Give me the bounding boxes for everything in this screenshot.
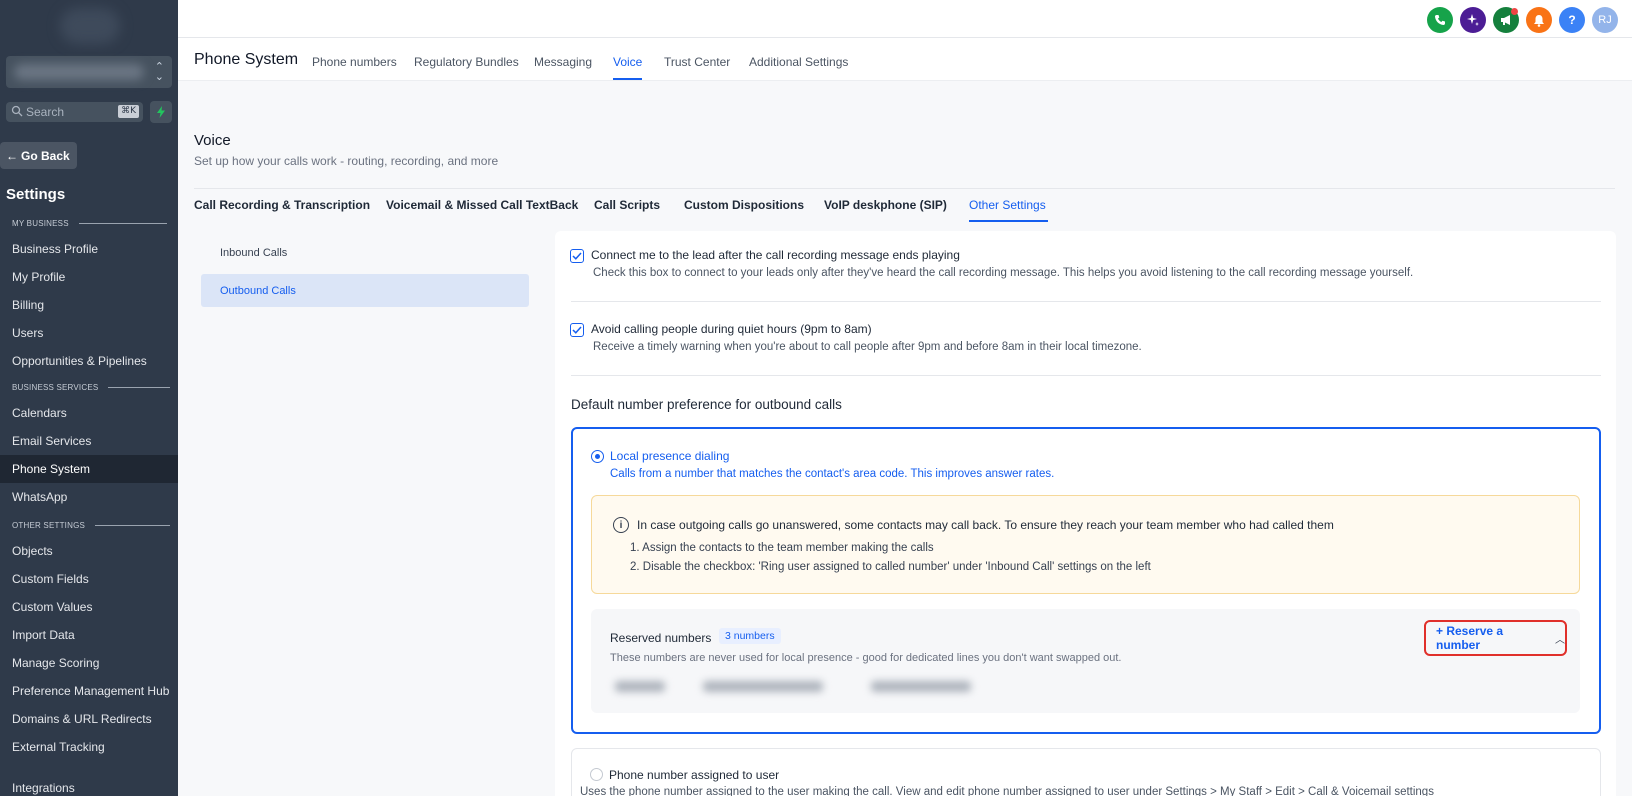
- tab-voice[interactable]: Voice: [613, 55, 642, 69]
- top-icons: ? RJ: [1427, 7, 1618, 33]
- assigned-number-desc: Uses the phone number assigned to the us…: [580, 786, 1434, 796]
- sidebar: ⌃ ⌄ Search ⌘K ← Go Back Settings MY BUSIN…: [0, 0, 178, 796]
- check-icon: [572, 326, 582, 334]
- megaphone-icon[interactable]: [1493, 7, 1519, 33]
- local-presence-radio[interactable]: [591, 450, 604, 463]
- sidebar-item-business-profile[interactable]: Business Profile: [0, 235, 178, 263]
- sidebar-item-whatsapp[interactable]: WhatsApp: [0, 483, 178, 511]
- tab-messaging[interactable]: Messaging: [534, 55, 592, 69]
- assigned-number-title: Phone number assigned to user: [609, 768, 780, 782]
- section-label-my-business: MY BUSINESS: [12, 219, 167, 228]
- shortcut-hint: ⌘K: [118, 105, 139, 118]
- reserve-number-button[interactable]: + Reserve a number ︿: [1424, 620, 1567, 656]
- tabs-divider: [194, 188, 1615, 189]
- tab-custom-dispositions[interactable]: Custom Dispositions: [684, 198, 804, 212]
- reserved-number-blurred: [615, 681, 665, 692]
- local-presence-title: Local presence dialing: [610, 449, 730, 463]
- reserved-numbers-title: Reserved numbers: [610, 631, 712, 645]
- sidebar-item-objects[interactable]: Objects: [0, 537, 178, 565]
- tab-additional-settings[interactable]: Additional Settings: [749, 55, 848, 69]
- tab-voip-deskphone[interactable]: VoIP deskphone (SIP): [824, 198, 947, 212]
- go-back-button[interactable]: ← Go Back: [0, 142, 77, 169]
- notification-dot: [1511, 8, 1518, 15]
- reserved-numbers-desc: These numbers are never used for local p…: [610, 652, 1122, 664]
- reserved-number-blurred: [871, 681, 971, 692]
- info-icon: i: [613, 517, 629, 533]
- sidebar-item-email-services[interactable]: Email Services: [0, 427, 178, 455]
- connect-after-recording-checkbox[interactable]: [570, 249, 584, 263]
- phone-icon[interactable]: [1427, 7, 1453, 33]
- quiet-hours-checkbox[interactable]: [570, 323, 584, 337]
- account-switcher[interactable]: ⌃ ⌄: [6, 56, 172, 88]
- sidebar-item-phone-system[interactable]: Phone System: [0, 455, 178, 483]
- settings-title: Settings: [6, 186, 66, 203]
- divider: [571, 375, 1601, 376]
- top-bar: ? RJ: [178, 0, 1632, 38]
- sparkle-icon[interactable]: [1460, 7, 1486, 33]
- quiet-hours-desc: Receive a timely warning when you're abo…: [593, 341, 1142, 353]
- sidebar-search[interactable]: Search ⌘K: [6, 102, 143, 122]
- tab-call-scripts[interactable]: Call Scripts: [594, 198, 660, 212]
- bolt-icon: [157, 106, 165, 118]
- search-icon: [11, 105, 23, 117]
- active-inner-tab-indicator: [969, 220, 1048, 222]
- company-logo: [60, 8, 120, 44]
- sidebar-item-domains[interactable]: Domains & URL Redirects: [0, 705, 178, 733]
- chevron-updown-icon: ⌃ ⌄: [154, 61, 164, 83]
- sidebar-item-manage-scoring[interactable]: Manage Scoring: [0, 649, 178, 677]
- local-presence-desc: Calls from a number that matches the con…: [610, 468, 1055, 480]
- sidebar-item-preference-management[interactable]: Preference Management Hub: [0, 677, 178, 705]
- reserved-count-badge: 3 numbers: [719, 628, 781, 644]
- sidebar-item-custom-values[interactable]: Custom Values: [0, 593, 178, 621]
- tab-voicemail[interactable]: Voicemail & Missed Call TextBack: [386, 198, 578, 212]
- bell-icon[interactable]: [1526, 7, 1552, 33]
- account-name-blurred: [14, 64, 144, 80]
- sidebar-item-my-profile[interactable]: My Profile: [0, 263, 178, 291]
- section-label-business-services: BUSINESS SERVICES: [12, 383, 171, 392]
- connect-option-title: Connect me to the lead after the call re…: [591, 248, 960, 262]
- tab-phone-numbers[interactable]: Phone numbers: [312, 55, 397, 69]
- assigned-number-radio[interactable]: [590, 768, 603, 781]
- help-icon[interactable]: ?: [1559, 7, 1585, 33]
- reserved-number-blurred: [703, 681, 823, 692]
- user-avatar[interactable]: RJ: [1592, 7, 1618, 33]
- sidebar-item-opportunities[interactable]: Opportunities & Pipelines: [0, 347, 178, 375]
- check-icon: [572, 252, 582, 260]
- tab-call-recording[interactable]: Call Recording & Transcription: [194, 198, 370, 212]
- warning-step-1: 1. Assign the contacts to the team membe…: [630, 542, 934, 554]
- sidebar-item-integrations[interactable]: Integrations: [0, 779, 178, 796]
- callback-warning: i In case outgoing calls go unanswered, …: [591, 495, 1580, 594]
- phone-system-nav: Phone System Phone numbers Regulatory Bu…: [178, 38, 1632, 81]
- divider: [571, 301, 1601, 302]
- sidebar-item-custom-fields[interactable]: Custom Fields: [0, 565, 178, 593]
- tab-trust-center[interactable]: Trust Center: [664, 55, 730, 69]
- sidebar-item-calendars[interactable]: Calendars: [0, 399, 178, 427]
- sidebar-item-users[interactable]: Users: [0, 319, 178, 347]
- warning-title: In case outgoing calls go unanswered, so…: [637, 518, 1334, 532]
- submenu-outbound-calls[interactable]: Outbound Calls: [201, 274, 529, 307]
- quiet-hours-title: Avoid calling people during quiet hours …: [591, 322, 872, 336]
- connect-option-desc: Check this box to connect to your leads …: [593, 267, 1414, 279]
- default-number-heading: Default number preference for outbound c…: [571, 397, 842, 412]
- chevron-up-icon: ︿: [1555, 634, 1565, 646]
- tab-other-settings[interactable]: Other Settings: [969, 198, 1046, 212]
- page-title: Phone System: [194, 51, 299, 68]
- warning-step-2: 2. Disable the checkbox: 'Ring user assi…: [630, 561, 1151, 573]
- tab-regulatory-bundles[interactable]: Regulatory Bundles: [414, 55, 519, 69]
- arrow-left-icon: ←: [6, 148, 18, 163]
- sidebar-item-billing[interactable]: Billing: [0, 291, 178, 319]
- quick-action-button[interactable]: [150, 101, 172, 123]
- reserve-number-label: + Reserve a number: [1436, 624, 1504, 652]
- section-label-other-settings: OTHER SETTINGS: [12, 521, 171, 530]
- section-subtitle: Set up how your calls work - routing, re…: [194, 154, 499, 168]
- sidebar-item-external-tracking[interactable]: External Tracking: [0, 733, 178, 761]
- sidebar-item-import-data[interactable]: Import Data: [0, 621, 178, 649]
- submenu-inbound-calls[interactable]: Inbound Calls: [201, 236, 529, 269]
- go-back-label: Go Back: [21, 148, 70, 163]
- active-tab-indicator: [613, 78, 642, 80]
- search-placeholder: Search: [26, 105, 65, 119]
- section-title: Voice: [194, 132, 231, 149]
